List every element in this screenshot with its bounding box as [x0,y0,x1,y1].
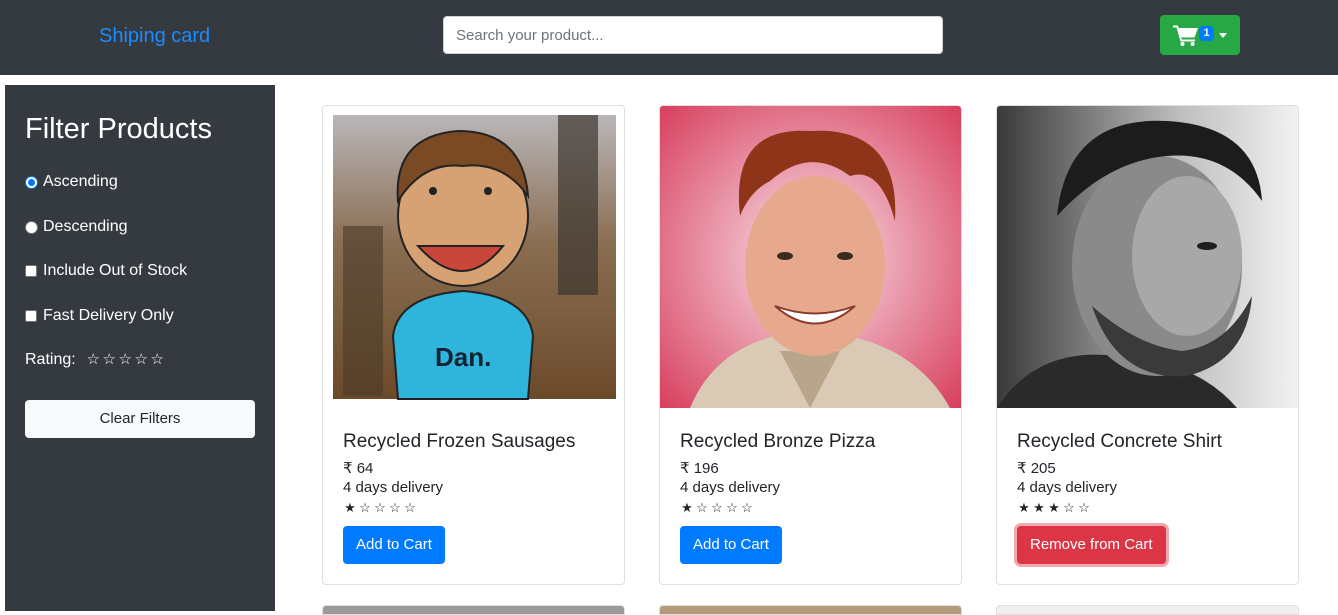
descending-label: Descending [43,218,128,235]
star-outline-icon: ☆ [389,500,401,515]
star-outline-icon: ☆ [404,500,416,515]
star-outline-icon[interactable]: ☆ [134,352,149,368]
out-of-stock-checkbox[interactable] [25,265,37,277]
product-card-partial [322,605,625,615]
star-filled-icon: ★ [1018,500,1030,515]
ascending-label: Ascending [43,173,118,190]
clear-filters-button[interactable]: Clear Filters [25,400,255,438]
star-outline-icon: ☆ [726,500,738,515]
search-input[interactable] [443,16,943,54]
add-to-cart-button[interactable]: Add to Cart [343,526,445,564]
chevron-down-icon [1219,33,1227,38]
star-outline-icon: ☆ [1063,500,1075,515]
product-price: ₹ 64 [343,460,374,477]
add-to-cart-button[interactable]: Add to Cart [680,526,782,564]
star-outline-icon: ☆ [359,500,371,515]
product-delivery: 4 days delivery [680,479,781,496]
star-filled-icon: ★ [344,500,356,515]
cart-count-badge: 1 [1199,26,1214,41]
product-card-partial [996,605,1299,615]
star-outline-icon: ☆ [1078,500,1090,515]
descending-radio[interactable] [25,220,38,234]
fast-delivery-checkbox[interactable] [25,310,37,322]
product-name: Recycled Frozen Sausages [343,431,576,452]
product-card: Recycled Bronze Pizza ₹ 196 4 days deliv… [659,105,962,585]
star-outline-icon: ☆ [741,500,753,515]
product-image [997,106,1298,408]
sort-ascending-option[interactable]: Ascending [25,172,118,192]
shopping-cart-icon [1173,24,1199,51]
ascending-radio[interactable] [25,175,38,189]
rating-label: Rating: [25,351,76,368]
star-filled-icon: ★ [1033,500,1045,515]
cart-dropdown-button[interactable]: 1 [1160,15,1240,55]
star-filled-icon: ★ [681,500,693,515]
remove-from-cart-button[interactable]: Remove from Cart [1017,526,1166,564]
sort-descending-option[interactable]: Descending [25,217,128,237]
product-card: Dan. Recycled Frozen Sausages ₹ 64 4 day… [322,105,625,585]
product-rating: ★ ☆ ☆ ☆ ☆ [680,501,754,515]
star-filled-icon: ★ [1048,500,1060,515]
star-outline-icon[interactable]: ☆ [150,352,165,368]
filter-sidebar: Filter Products Ascending Descending Inc… [5,85,275,611]
product-image [660,106,961,408]
product-rating: ★ ★ ★ ☆ ☆ [1017,501,1091,515]
top-navbar: Shiping card 1 [0,0,1338,75]
brand-link[interactable]: Shiping card [99,24,210,48]
rating-filter-stars[interactable]: ☆ ☆ ☆ ☆ ☆ [86,352,165,368]
product-name: Recycled Bronze Pizza [680,431,876,452]
fast-delivery-label: Fast Delivery Only [43,307,174,324]
product-image: Dan. [323,106,624,408]
svg-text:Dan.: Dan. [435,342,491,372]
fast-delivery-option[interactable]: Fast Delivery Only [25,306,174,326]
star-outline-icon[interactable]: ☆ [86,352,101,368]
product-delivery: 4 days delivery [343,479,444,496]
out-of-stock-option[interactable]: Include Out of Stock [25,261,187,281]
star-outline-icon: ☆ [696,500,708,515]
product-delivery: 4 days delivery [1017,479,1118,496]
product-card: Recycled Concrete Shirt ₹ 205 4 days del… [996,105,1299,585]
out-of-stock-label: Include Out of Stock [43,262,188,279]
product-rating: ★ ☆ ☆ ☆ ☆ [343,501,417,515]
product-name: Recycled Concrete Shirt [1017,431,1222,452]
product-price: ₹ 196 [680,460,719,477]
filter-title: Filter Products [25,113,212,145]
star-outline-icon[interactable]: ☆ [102,352,117,368]
star-outline-icon: ☆ [711,500,723,515]
product-price: ₹ 205 [1017,460,1056,477]
star-outline-icon[interactable]: ☆ [118,352,133,368]
star-outline-icon: ☆ [374,500,386,515]
rating-filter: Rating: ☆ ☆ ☆ ☆ ☆ [25,351,165,369]
product-card-partial [659,605,962,615]
